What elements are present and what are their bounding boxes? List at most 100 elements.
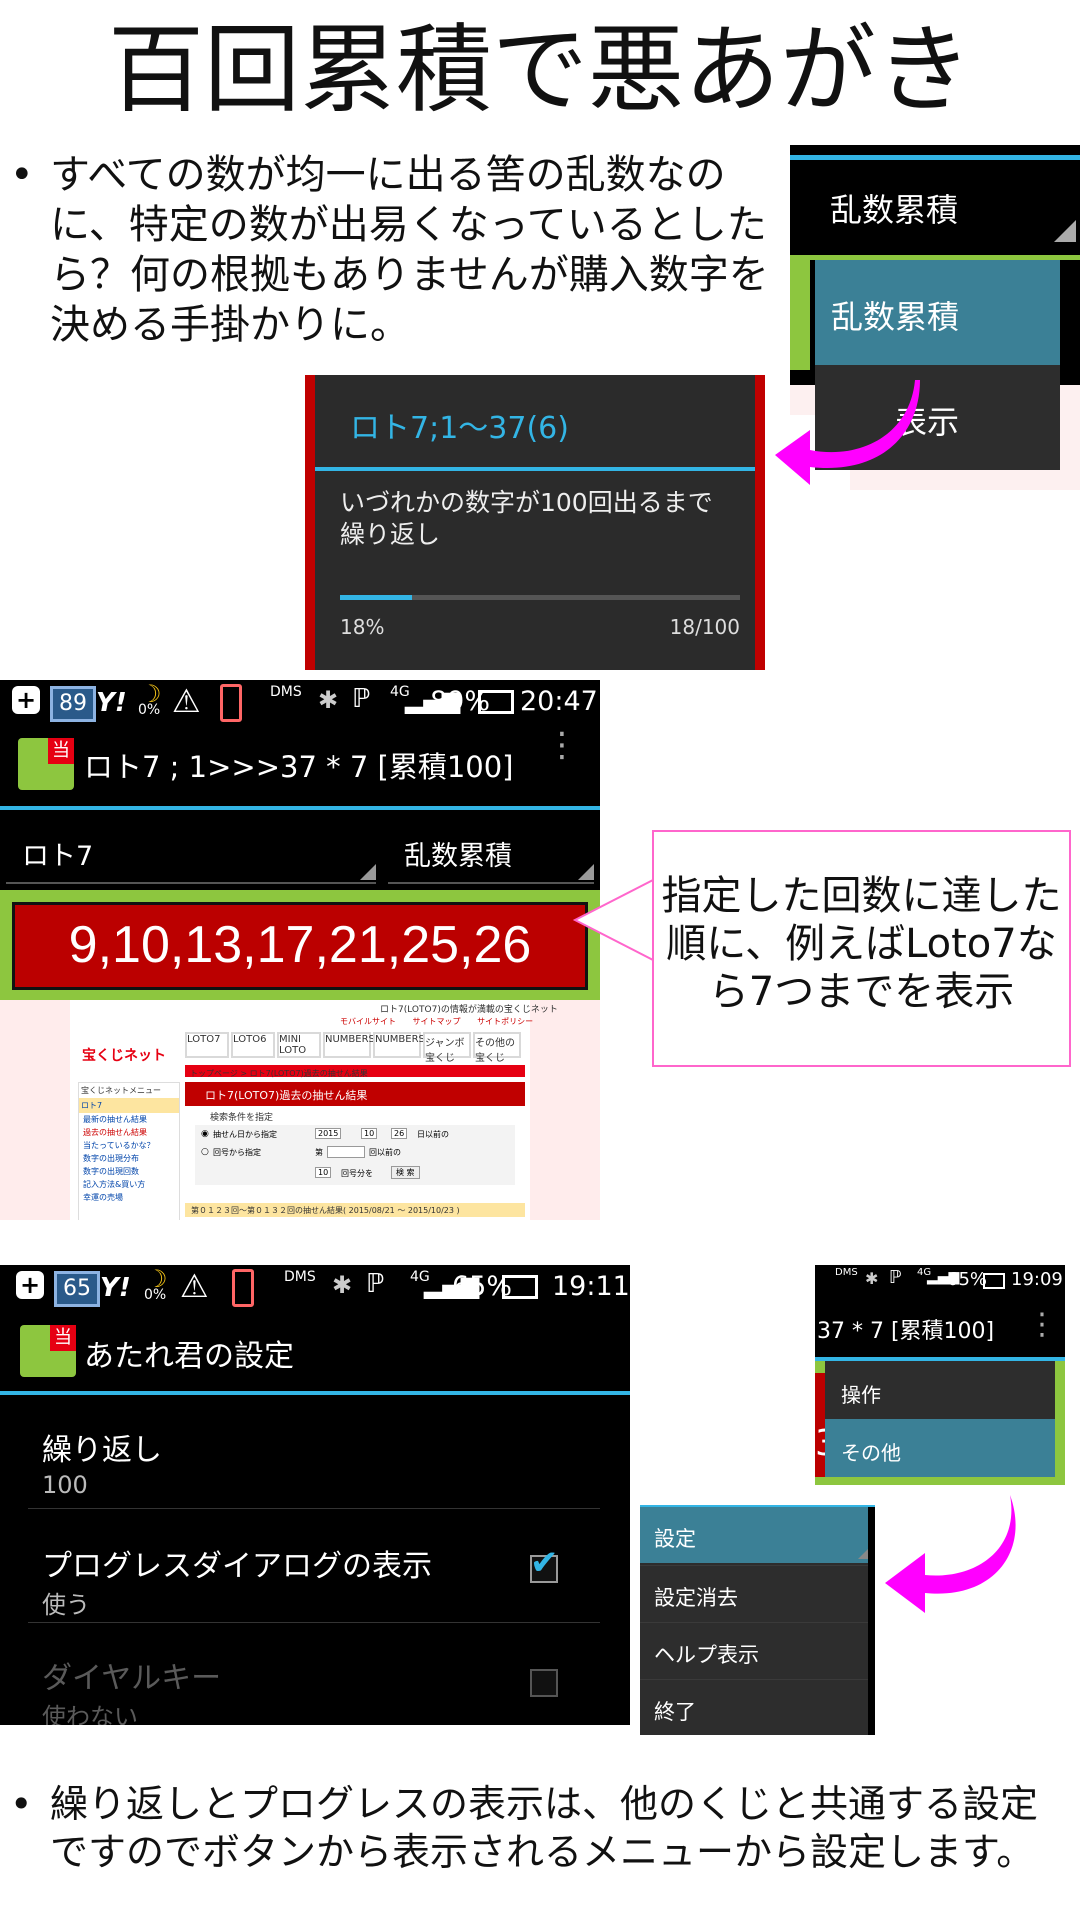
clock: 20:47 [520,686,598,717]
clock: 19:09 [1011,1269,1063,1290]
checkbox-checked[interactable]: ✔ [530,1543,559,1583]
select-count[interactable]: 10 [315,1167,332,1178]
moon-percent: 0% [144,1287,167,1303]
pref-title: 繰り返し [42,1433,162,1468]
overflow-menu-icon[interactable]: ⋮ [1027,1307,1057,1342]
web-tab[interactable]: LOTO6 [231,1032,275,1058]
spinner-value: 乱数累積 [404,841,512,872]
submenu-screenshot: 設定 設定消去 ヘルプ表示 終了 [640,1505,875,1735]
menu-item-settings[interactable]: 設定 [640,1507,868,1563]
curved-arrow-icon [885,1495,1016,1613]
callout-line: 順に、例えばLoto7な [666,921,1057,967]
notification-plus-icon: + [16,1271,44,1299]
kai-input[interactable] [327,1146,365,1158]
web-menu-item[interactable]: 数字の出現分布 [79,1152,179,1165]
app-title-fragment: 37 * 7 [累積100] [817,1319,995,1344]
battery-icon [502,1275,538,1299]
result-frame: 9,10,13,17,21,25,26 [0,890,600,1000]
web-section-title: ロト7(LOTO7)過去の抽せん結果 [205,1089,368,1102]
message-line: 繰り返し [340,520,441,549]
progress-percent: 18% [340,615,385,639]
menu-item-label: 終了 [654,1700,696,1724]
checkbox-unchecked [530,1669,558,1697]
pref-title: ダイヤルキー [42,1661,222,1696]
menu-item-other[interactable]: その他 [825,1419,1055,1477]
radio-icon[interactable]: ◉ [201,1129,209,1139]
web-menu-item[interactable]: 当たっているかな？ [79,1139,179,1152]
pref-summary: 使わない [42,1703,138,1725]
menu-item-label: 乱数累積 [831,298,960,336]
spinner-mode[interactable]: 乱数累積 [388,814,594,886]
web-tab[interactable]: その他の宝くじ [473,1032,521,1064]
radio-icon[interactable]: ○ [201,1147,209,1157]
site-logo: 宝くじネット [82,1048,166,1064]
radio-label: 抽せん日から指定 [213,1130,277,1139]
dialog-message: いづれかの数字が100回出るまで 繰り返し [340,487,713,551]
web-search-label: 検索条件を指定 [210,1113,274,1123]
web-tab[interactable]: MINI LOTO [277,1032,321,1058]
spinner-lottery[interactable]: ロト7 [6,814,376,886]
menu-item-operation[interactable]: 操作 [825,1361,1055,1419]
web-menu-item[interactable]: 数字の出現回数 [79,1165,179,1178]
web-menu-item[interactable]: 過去の抽せん結果 [79,1126,179,1139]
web-link[interactable]: サイトマップ [413,1017,461,1026]
status-bar: DMS ✱ ℙ 4G ▂▄▆ 65% 19:09 [815,1265,1065,1297]
app-bar: 当 ロト7 ; 1>>>37 * 7 [累積100] ⋮ [0,724,600,806]
bullet-conclusion: • 繰り返しとプログレスの表示は、他のくじと共通する設定 ですのでボタンから表示… [10,1780,1070,1890]
status-bar: + 89 Y! ☽ 0% ⚠ DMS ✱ ℙ 4G ▂▄▆ 89% 20:47 [0,680,600,724]
web-menu-item[interactable]: 記入方法&買い方 [79,1178,179,1191]
kai-suffix: 回以前の [369,1148,401,1157]
bullet-line: すべての数が均一に出る筈の乱数なの [50,152,726,198]
callout-line: 指定した回数に達した [661,873,1062,919]
web-view: ロト7(LOTO7)の情報が満載の宝くじネット モバイルサイト サイトマップ サ… [0,1000,600,1220]
clock: 19:11 [552,1271,630,1302]
menu-item-exit[interactable]: 終了 [640,1679,868,1735]
callout-box: 指定した回数に達した 順に、例えばLoto7な ら7つまでを表示 [652,830,1071,1067]
warning-icon: ⚠ [180,1267,209,1305]
web-menu-item[interactable]: 幸運の売場 [79,1191,179,1204]
menu-item-label: その他 [841,1441,901,1465]
progress-bar [340,595,740,600]
bullet-dot: • [10,152,34,198]
spinner-random-accumulate[interactable]: 乱数累積 [790,160,1080,250]
select-year[interactable]: 2015 [315,1128,342,1139]
menu-item-label: 設定消去 [654,1586,738,1610]
overflow-menu: 操作 その他 [825,1361,1055,1477]
battery-percent: 65% [947,1269,988,1290]
pref-progress-dialog[interactable]: プログレスダイアログの表示 使う ✔ [0,1509,600,1621]
menu-item-help[interactable]: ヘルプ表示 [640,1622,868,1679]
web-tab[interactable]: NUMBERS3 [323,1032,381,1058]
web-link[interactable]: モバイルサイト [340,1017,396,1026]
overflow-menu-icon[interactable]: ⋮ [545,728,579,762]
web-footer: 第０１２３回～第０１３２回の抽せん結果( 2015/08/21 ～ 2015/1… [191,1206,460,1215]
web-menu-item[interactable]: ロト7 [79,1098,179,1113]
app-title: あたれ君の設定 [84,1339,294,1374]
web-tab[interactable]: LOTO7 [185,1032,229,1058]
radio-label: 回号から指定 [213,1148,261,1157]
web-tab[interactable]: NUMBERS4 [373,1032,431,1058]
bluetooth-icon: ✱ [332,1271,353,1299]
bluetooth-icon: ✱ [318,686,339,714]
menu-screenshot-2: DMS ✱ ℙ 4G ▂▄▆ 65% 19:09 37 * 7 [累積100] … [815,1265,1065,1485]
pref-dial-key: ダイヤルキー 使わない [0,1623,600,1725]
pref-repeat[interactable]: 繰り返し 100 [0,1395,600,1507]
menu-item-random-accumulate[interactable]: 乱数累積 [815,260,1060,365]
spinner-label: 乱数累積 [830,191,959,229]
dms-label: DMS [270,684,302,700]
progress-dialog-screenshot: ロト7;1～37(6) いづれかの数字が100回出るまで 繰り返し 18% 18… [305,375,765,670]
result-box: 9,10,13,17,21,25,26 [12,902,588,990]
web-tab[interactable]: ジャンボ宝くじ [423,1032,471,1064]
bullet-intro: • すべての数が均一に出る筈の乱数なの に、特定の数が出易くなっているとした ら… [10,150,770,360]
dms-label: DMS [835,1267,858,1278]
menu-item-label: 設定 [654,1527,696,1551]
phone-battery-red-icon [220,684,242,722]
web-link[interactable]: サイトポリシー [477,1017,533,1026]
date-suffix: 日以前の [417,1130,449,1139]
select-month[interactable]: 10 [361,1128,378,1139]
search-button[interactable]: 検 索 [391,1166,420,1179]
select-day[interactable]: 26 [391,1128,408,1139]
web-menu-item[interactable]: 最新の抽せん結果 [79,1113,179,1126]
warning-icon: ⚠ [172,682,201,720]
menu-item-clear-settings[interactable]: 設定消去 [640,1565,868,1622]
curved-arrow-icon [775,380,920,485]
